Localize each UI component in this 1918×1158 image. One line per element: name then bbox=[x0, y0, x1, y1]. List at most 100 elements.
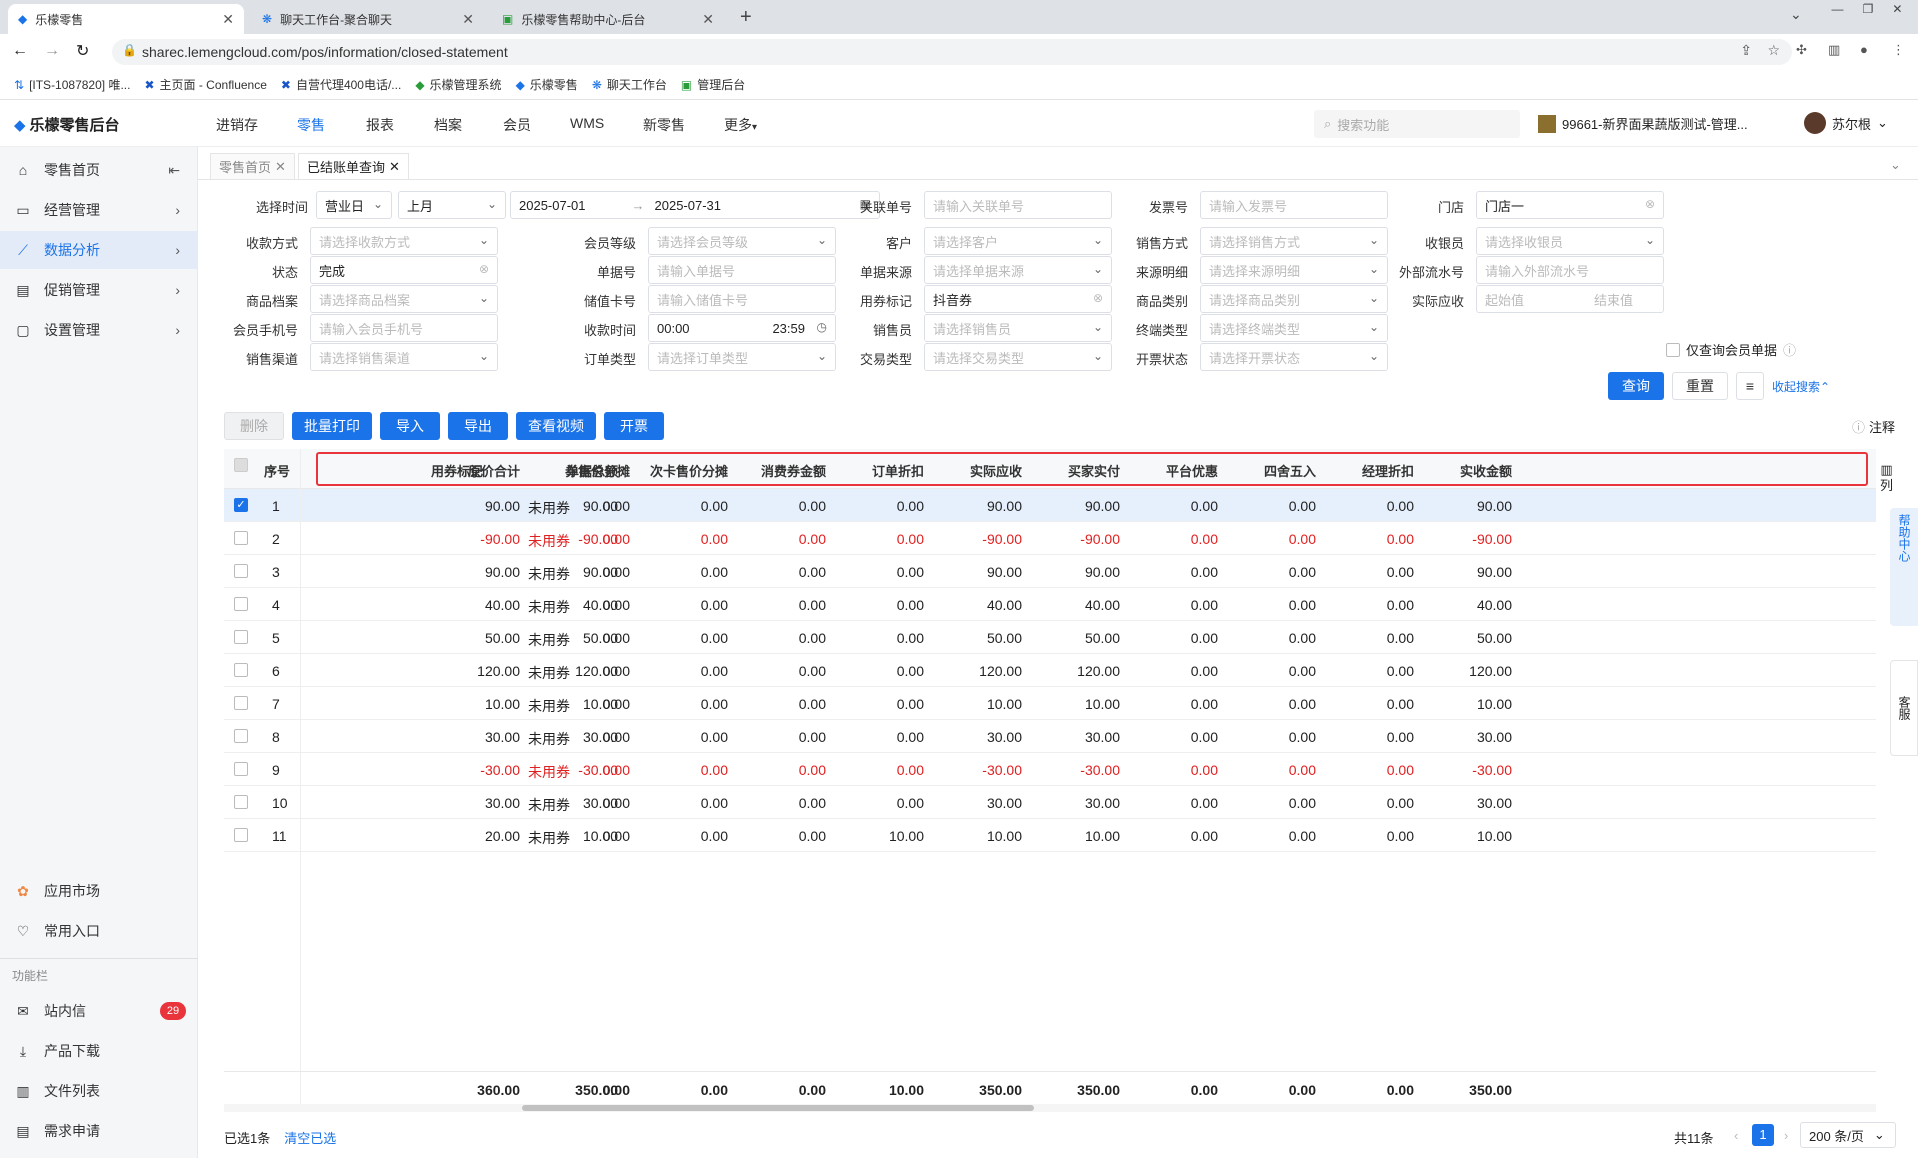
row-checkbox[interactable] bbox=[234, 564, 248, 578]
row-checkbox[interactable]: ✓ bbox=[234, 498, 248, 512]
close-icon[interactable]: ✕ bbox=[462, 11, 474, 28]
close-icon[interactable]: ✕ bbox=[389, 159, 400, 175]
share-icon[interactable]: ⇪ bbox=[1740, 42, 1752, 59]
bookmark-6[interactable]: ▣ 管理后台 bbox=[681, 76, 745, 93]
menu-icon[interactable]: ⋮ bbox=[1892, 42, 1905, 58]
page-tab-closed-statement[interactable]: 已结账单查询 ✕ bbox=[298, 153, 409, 179]
scrollbar-thumb[interactable] bbox=[522, 1105, 1034, 1111]
reset-button[interactable]: 重置 bbox=[1672, 372, 1728, 400]
filter-input[interactable]: 请选择销售员 ⌄ bbox=[924, 314, 1112, 342]
invoice-button[interactable]: 开票 bbox=[604, 412, 664, 440]
address-bar[interactable]: 🔒 sharec.lemengcloud.com/pos/information… bbox=[112, 39, 1792, 65]
page-number[interactable]: 1 bbox=[1752, 1124, 1774, 1146]
page-size-select[interactable]: 200 条/页 ⌄ bbox=[1800, 1122, 1896, 1148]
bookmark-2[interactable]: ✖ 自营代理400电话/... bbox=[281, 76, 401, 93]
table-row[interactable]: 11 20.00 10.00 未用券 0.00 0.00 0.00 10.00 10.00 10.… bbox=[224, 819, 1876, 852]
table-row[interactable]: 9 -30.00 -30.00 未用券 0.00 0.00 0.00 0.00 -30.00 -3… bbox=[224, 753, 1876, 786]
nav-more[interactable]: 更多▾ bbox=[724, 115, 757, 135]
clear-selection-link[interactable]: 清空已选 bbox=[284, 1128, 336, 1147]
time-type-select[interactable]: 营业日 ⌄ bbox=[316, 191, 392, 219]
next-page-icon[interactable]: › bbox=[1784, 1128, 1788, 1143]
filter-input[interactable]: 请选择终端类型 ⌄ bbox=[1200, 314, 1388, 342]
extensions-icon[interactable]: ✣ bbox=[1796, 42, 1807, 58]
table-row[interactable]: 8 30.00 30.00 未用券 0.00 0.00 0.00 0.00 30.00 30.00… bbox=[224, 720, 1876, 753]
reload-icon[interactable]: ↻ bbox=[76, 41, 89, 61]
customer-service-float[interactable]: 客服 bbox=[1890, 660, 1918, 756]
table-row[interactable]: ✓ 1 90.00 90.00 未用券 0.00 0.00 0.00 0.00 90.00 90.0… bbox=[224, 489, 1876, 522]
profile-icon[interactable]: ● bbox=[1860, 42, 1868, 57]
row-checkbox[interactable] bbox=[234, 729, 248, 743]
help-center-float[interactable]: 帮助中心 bbox=[1890, 508, 1918, 626]
page-tab-home[interactable]: 零售首页 ✕ bbox=[210, 153, 295, 179]
filter-input[interactable]: 请选择交易类型 ⌄ bbox=[924, 343, 1112, 371]
nav-retail[interactable]: 零售 bbox=[297, 115, 325, 135]
nav-wms[interactable]: WMS bbox=[570, 115, 604, 131]
sidebar-item-analysis[interactable]: ⟋ 数据分析 › bbox=[0, 231, 198, 269]
browser-tab-0[interactable]: ◆ 乐檬零售 ✕ bbox=[8, 4, 244, 34]
store-selector[interactable]: 99661-新界面果蔬版测试-管理... bbox=[1538, 114, 1748, 133]
table-row[interactable]: 2 -90.00 -90.00 未用券 0.00 0.00 0.00 0.00 -90.00 -9… bbox=[224, 522, 1876, 555]
table-row[interactable]: 7 10.00 10.00 未用券 0.00 0.00 0.00 0.00 10.00 10.00… bbox=[224, 687, 1876, 720]
bookmark-1[interactable]: ✖ 主页面 - Confluence bbox=[144, 76, 266, 93]
bookmark-0[interactable]: ⇅ [ITS-1087820] 唯... bbox=[14, 76, 130, 93]
sidebar-app-market[interactable]: ✿ 应用市场 bbox=[0, 872, 198, 910]
filter-input[interactable]: 完成 ⊗ bbox=[310, 256, 498, 284]
bookmark-4[interactable]: ◆ 乐檬零售 bbox=[516, 76, 578, 93]
chevron-down-icon[interactable]: ⌄ bbox=[1890, 157, 1901, 173]
sidebar-item-home[interactable]: ⌂ 零售首页 ⇤ bbox=[0, 151, 198, 189]
row-checkbox[interactable] bbox=[234, 828, 248, 842]
sidebar-files[interactable]: ▥ 文件列表 bbox=[0, 1072, 198, 1110]
row-checkbox[interactable] bbox=[234, 795, 248, 809]
filter-input[interactable]: 请选择商品档案 ⌄ bbox=[310, 285, 498, 313]
app-logo[interactable]: ◆ 乐檬零售后台 bbox=[14, 114, 120, 135]
filter-input[interactable]: 起始值 结束值 bbox=[1476, 285, 1664, 313]
filter-input[interactable]: 门店一 ⊗ bbox=[1476, 191, 1664, 219]
new-tab-button[interactable]: + bbox=[740, 6, 752, 29]
collapse-search-link[interactable]: 收起搜索⌃ bbox=[1772, 378, 1830, 395]
query-button[interactable]: 查询 bbox=[1608, 372, 1664, 400]
import-button[interactable]: 导入 bbox=[380, 412, 440, 440]
delete-button[interactable]: 删除 bbox=[224, 412, 284, 440]
date-range-picker[interactable]: 2025-07-01 → 2025-07-31 ▦ bbox=[510, 191, 880, 219]
note-link[interactable]: ⓘ 注释 bbox=[1852, 417, 1895, 436]
prev-page-icon[interactable]: ‹ bbox=[1734, 1128, 1738, 1143]
sidebar-item-manage[interactable]: ▭ 经营管理 › bbox=[0, 191, 198, 229]
filter-input[interactable]: 请选择收款方式 ⌄ bbox=[310, 227, 498, 255]
collapse-icon[interactable]: ⇤ bbox=[168, 162, 180, 179]
sidebar-download[interactable]: ⤓ 产品下载 bbox=[0, 1032, 198, 1070]
close-icon[interactable]: ✕ bbox=[702, 11, 714, 28]
member-only-checkbox[interactable]: 仅查询会员单据 ⓘ bbox=[1666, 340, 1796, 359]
nav-new-retail[interactable]: 新零售 bbox=[643, 115, 685, 135]
nav-jxc[interactable]: 进销存 bbox=[216, 115, 258, 135]
select-all-checkbox[interactable] bbox=[234, 458, 248, 472]
row-checkbox[interactable] bbox=[234, 663, 248, 677]
table-row[interactable]: 5 50.00 50.00 未用券 0.00 0.00 0.00 0.00 50.00 50.00… bbox=[224, 621, 1876, 654]
checkbox-box[interactable] bbox=[1666, 342, 1680, 357]
filter-input[interactable]: 请输入发票号 bbox=[1200, 191, 1388, 219]
list-settings-icon[interactable]: ≡ bbox=[1736, 372, 1764, 400]
filter-input[interactable]: 请输入外部流水号 bbox=[1476, 256, 1664, 284]
function-search[interactable]: ⌕ 搜索功能 bbox=[1314, 110, 1520, 138]
sidebar-request[interactable]: ▤ 需求申请 bbox=[0, 1112, 198, 1150]
forward-icon[interactable]: → bbox=[44, 42, 60, 60]
sidebar-item-settings[interactable]: ▢ 设置管理 › bbox=[0, 311, 198, 349]
bookmark-3[interactable]: ◆ 乐檬管理系统 bbox=[415, 76, 501, 93]
table-row[interactable]: 3 90.00 90.00 未用券 0.00 0.00 0.00 0.00 90.00 90.00… bbox=[224, 555, 1876, 588]
table-row[interactable]: 4 40.00 40.00 未用券 0.00 0.00 0.00 0.00 40.00 40.00… bbox=[224, 588, 1876, 621]
filter-input[interactable]: 请输入关联单号 bbox=[924, 191, 1112, 219]
nav-archive[interactable]: 档案 bbox=[434, 115, 462, 135]
sidebar-item-promo[interactable]: ▤ 促销管理 › bbox=[0, 271, 198, 309]
export-button[interactable]: 导出 bbox=[448, 412, 508, 440]
filter-input[interactable]: 请选择会员等级 ⌄ bbox=[648, 227, 836, 255]
bookmark-5[interactable]: ❋ 聊天工作台 bbox=[592, 76, 667, 93]
nav-member[interactable]: 会员 bbox=[503, 115, 531, 135]
filter-input[interactable]: 请选择订单类型 ⌄ bbox=[648, 343, 836, 371]
filter-input[interactable]: 请选择销售方式 ⌄ bbox=[1200, 227, 1388, 255]
filter-input[interactable]: 请选择收银员 ⌄ bbox=[1476, 227, 1664, 255]
user-menu[interactable]: 苏尔根 ⌄ bbox=[1804, 112, 1888, 134]
minimize-icon[interactable]: — bbox=[1832, 2, 1844, 20]
filter-input[interactable]: 抖音券 ⊗ bbox=[924, 285, 1112, 313]
row-checkbox[interactable] bbox=[234, 531, 248, 545]
filter-input[interactable]: 请选择开票状态 ⌄ bbox=[1200, 343, 1388, 371]
row-checkbox[interactable] bbox=[234, 696, 248, 710]
